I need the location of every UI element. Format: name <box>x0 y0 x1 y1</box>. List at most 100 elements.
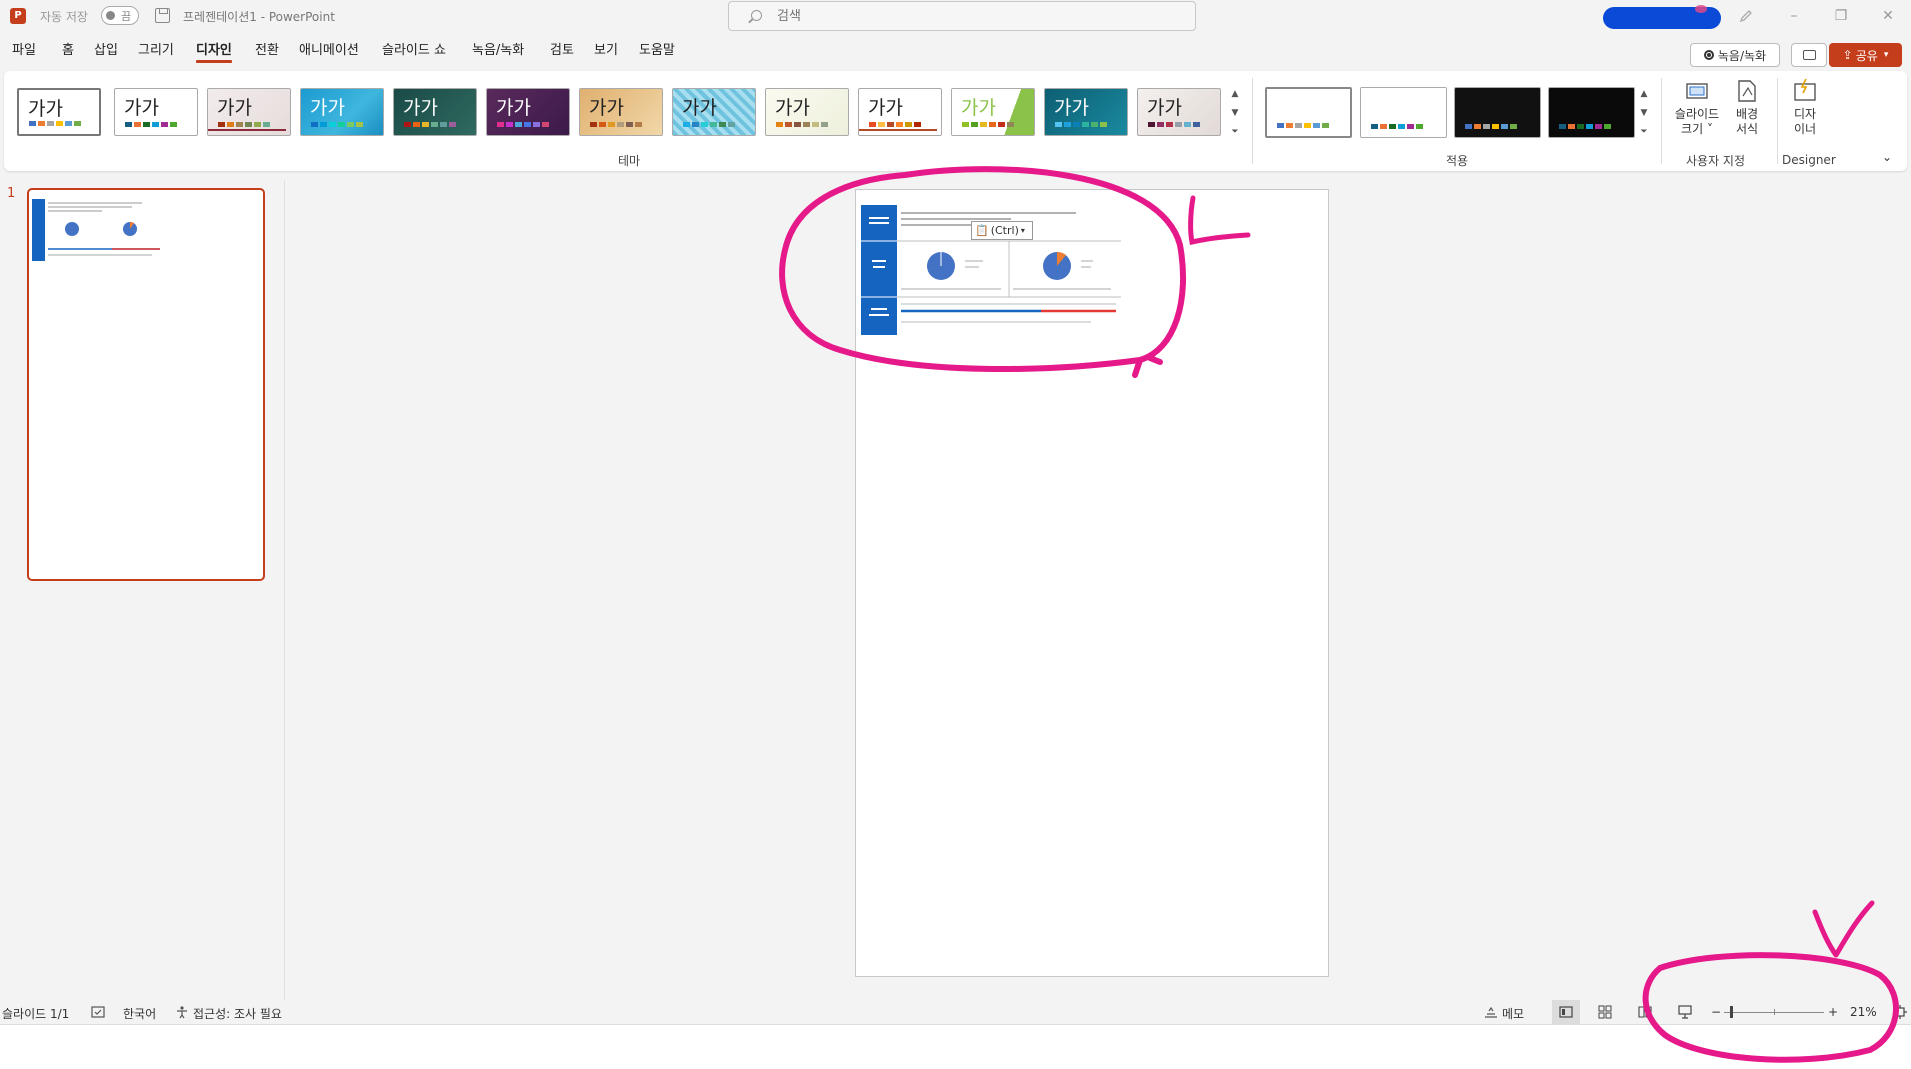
theme-sample-text: 가가 <box>1054 97 1089 119</box>
tab-review[interactable]: 검토 <box>550 39 574 58</box>
theme-sample-text: 가가 <box>682 97 717 119</box>
slide-sorter-icon[interactable] <box>1598 1005 1612 1019</box>
theme-swatches <box>869 122 921 127</box>
notes-button[interactable]: 메모 <box>1502 1005 1524 1022</box>
theme-office[interactable]: 가가 <box>17 88 101 136</box>
customize-group-label: 사용자 지정 <box>1686 154 1746 168</box>
zoom-out-button[interactable]: − <box>1711 1005 1721 1019</box>
variants-group-label: 적용 <box>1446 154 1469 168</box>
variant-3[interactable] <box>1454 87 1541 138</box>
theme-vapor[interactable]: 가가 <box>672 88 756 136</box>
themes-scroll-up[interactable]: ▲ <box>1228 84 1242 104</box>
theme-facet-green[interactable]: 가가 <box>951 88 1035 136</box>
theme-swatches <box>1055 122 1107 127</box>
theme-swatches <box>590 122 642 127</box>
theme-swatches <box>776 122 828 127</box>
clipboard-icon: 📋 <box>975 224 989 237</box>
close-button[interactable]: ✕ <box>1870 4 1906 28</box>
maximize-button[interactable]: ❐ <box>1823 4 1859 28</box>
accessibility-label[interactable]: 접근성: 조사 필요 <box>193 1005 282 1022</box>
variant-4[interactable] <box>1548 87 1635 138</box>
theme-ion-boardroom[interactable]: 가가 <box>393 88 477 136</box>
themes-scroll-down[interactable]: ▼ <box>1228 103 1242 123</box>
theme-dividend[interactable]: 가가 <box>1137 88 1221 136</box>
variants-scroll-up[interactable]: ▲ <box>1637 84 1651 104</box>
minimize-button[interactable]: – <box>1776 4 1812 28</box>
share-button[interactable]: ⇪ 공유 ▾ <box>1829 43 1902 67</box>
tab-transitions[interactable]: 전환 <box>255 39 279 58</box>
theme-swatches <box>497 122 549 127</box>
theme-organic[interactable]: 가가 <box>486 88 570 136</box>
format-background-label-1: 배경 <box>1735 107 1759 121</box>
language-label[interactable]: 한국어 <box>123 1005 156 1022</box>
zoom-level[interactable]: 21% <box>1850 1005 1877 1019</box>
spelling-check-icon[interactable] <box>91 1005 105 1019</box>
variant-1[interactable] <box>1265 87 1352 138</box>
designer-label-2: 이너 <box>1793 122 1817 136</box>
variants-more[interactable]: ⏷ <box>1637 122 1651 142</box>
zoom-slider-midmark <box>1774 1009 1775 1015</box>
theme-swatches <box>962 122 1014 127</box>
tab-record[interactable]: 녹음/녹화 <box>472 39 524 58</box>
theme-office-2[interactable]: 가가 <box>114 88 198 136</box>
ribbon-tabs: 파일 홈 삽입 그리기 디자인 전환 애니메이션 슬라이드 쇼 녹음/녹화 검토… <box>0 34 1911 63</box>
theme-sample-text: 가가 <box>961 97 996 119</box>
theme-retrospect[interactable]: 가가 <box>765 88 849 136</box>
account-avatar[interactable] <box>1603 5 1721 29</box>
tab-help[interactable]: 도움말 <box>639 39 675 58</box>
tab-insert[interactable]: 삽입 <box>94 39 118 58</box>
format-background-button[interactable]: 배경 서식 <box>1728 78 1766 137</box>
theme-swatches <box>1148 122 1200 127</box>
tab-file[interactable]: 파일 <box>12 39 36 58</box>
theme-berlin[interactable]: 가가 <box>858 88 942 136</box>
save-icon[interactable] <box>155 8 170 23</box>
theme-sample-text: 가가 <box>310 97 345 119</box>
tab-view[interactable]: 보기 <box>594 39 618 58</box>
tab-animations[interactable]: 애니메이션 <box>299 39 359 58</box>
autosave-toggle[interactable]: 끔 <box>101 6 139 25</box>
pen-icon[interactable] <box>1738 8 1754 24</box>
paste-options-button[interactable]: 📋 (Ctrl) ▾ <box>971 221 1033 240</box>
zoom-slider-thumb[interactable] <box>1730 1006 1733 1018</box>
title-bar: P 자동 저장 끔 프레젠테이션1 - PowerPoint – ❐ ✕ <box>0 0 1911 32</box>
accessibility-icon[interactable] <box>175 1005 189 1019</box>
reading-view-icon[interactable] <box>1638 1005 1652 1019</box>
designer-group-label: Designer <box>1782 153 1836 167</box>
designer-button[interactable]: 디자 이너 <box>1785 78 1825 137</box>
theme-wood[interactable]: 가가 <box>579 88 663 136</box>
tab-slideshow[interactable]: 슬라이드 쇼 <box>382 39 446 58</box>
search-input[interactable] <box>777 6 1177 26</box>
designer-label-1: 디자 <box>1793 107 1817 121</box>
theme-bar <box>208 129 286 131</box>
theme-circuit[interactable]: 가가 <box>1044 88 1128 136</box>
slide-thumbnail-1[interactable] <box>27 188 265 581</box>
tab-design[interactable]: 디자인 <box>196 39 232 63</box>
slide-size-label-1: 슬라이드 <box>1674 107 1720 121</box>
theme-sample-text: 가가 <box>775 97 810 119</box>
theme-sample-text: 가가 <box>217 97 252 119</box>
comments-button[interactable] <box>1791 43 1827 67</box>
tab-home[interactable]: 홈 <box>62 39 74 58</box>
theme-ion[interactable]: 가가 <box>300 88 384 136</box>
theme-swatches <box>404 122 456 127</box>
annotation-check-zoom <box>1812 900 1875 958</box>
collapse-ribbon-icon[interactable]: ⌄ <box>1882 150 1892 164</box>
themes-more[interactable]: ⏷ <box>1228 122 1242 142</box>
comment-icon <box>1803 50 1816 60</box>
slide-canvas[interactable]: 📋 (Ctrl) ▾ <box>855 189 1329 977</box>
document-title: 프레젠테이션1 - PowerPoint <box>183 10 335 24</box>
autosave-label: 자동 저장 <box>40 10 88 24</box>
record-button[interactable]: 녹음/녹화 <box>1690 43 1780 67</box>
variants-scroll-down[interactable]: ▼ <box>1637 103 1651 123</box>
search-box[interactable] <box>728 1 1196 31</box>
slideshow-icon[interactable] <box>1678 1005 1692 1019</box>
zoom-in-button[interactable]: + <box>1828 1005 1838 1019</box>
group-divider <box>1661 78 1662 164</box>
fit-to-window-icon[interactable] <box>1893 1005 1907 1019</box>
variant-2[interactable] <box>1360 87 1447 138</box>
theme-facet[interactable]: 가가 <box>207 88 291 136</box>
tab-draw[interactable]: 그리기 <box>138 39 174 58</box>
group-divider <box>1252 78 1253 164</box>
variant-swatches <box>1371 124 1423 129</box>
slide-size-button[interactable]: 슬라이드 크기 ˅ <box>1668 78 1726 137</box>
